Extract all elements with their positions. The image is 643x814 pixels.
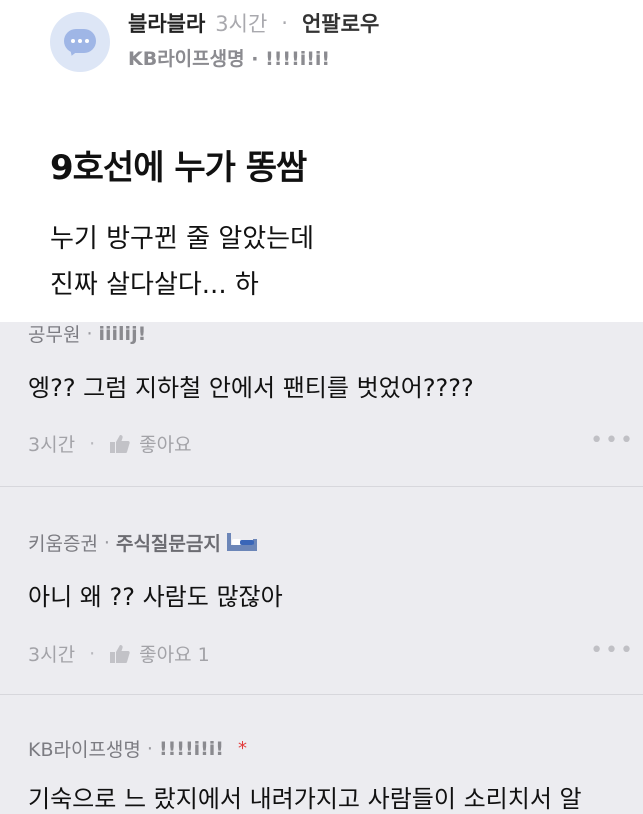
thumbs-up-icon — [110, 644, 130, 663]
post-time: 3시간 — [215, 12, 268, 36]
comment-time: 3시간 — [28, 434, 76, 456]
more-dots-icon[interactable]: ••• — [590, 638, 635, 663]
comment-item: 공무원 · iiilij! 엥?? 그럼 지하철 안에서 팬티를 벗었어????… — [0, 322, 643, 486]
more-dots-icon[interactable]: ••• — [590, 428, 635, 453]
comment-actions: 3시간 · 좋아요 — [28, 430, 192, 457]
post-body: 누기 방구뀐 줄 알았는데 진짜 살다살다... 하 — [50, 216, 314, 308]
comment-meta: 공무원 · iiilij! — [28, 320, 146, 347]
author-avatar[interactable] — [50, 12, 110, 72]
unfollow-button[interactable]: 언팔로우 — [302, 8, 379, 38]
post-card: 블라블라 3시간 · 언팔로우 KB라이프생명 · !!!!i!i! 9호선에 … — [0, 0, 643, 322]
comment-company: 공무원 — [28, 324, 81, 346]
comment-time: 3시간 — [28, 644, 76, 666]
comment-item: KB라이프생명 · !!!!i!i! * 기숙으로 느 랐지에서 내려가지고 사… — [0, 695, 643, 814]
comment-badge: 주식질문금지 — [115, 533, 221, 555]
separator: · — [281, 11, 288, 35]
author-company-line: KB라이프생명 · !!!!i!i! — [128, 44, 330, 71]
comment-badge: iiilij! — [98, 322, 147, 345]
bed-icon — [226, 532, 257, 553]
author-badge: !!!!i!i! — [265, 48, 331, 70]
author-mark: * — [237, 738, 247, 759]
comment-company: 키움증권 — [28, 533, 98, 555]
comment-text: 기숙으로 느 랐지에서 내려가지고 사람들이 소리치서 알 — [28, 785, 582, 813]
author-company: KB라이프생명 — [128, 48, 245, 70]
like-label: 좋아요 1 — [139, 644, 210, 666]
separator: · — [103, 531, 110, 554]
separator: · — [146, 737, 153, 760]
thumbs-up-icon — [110, 434, 130, 453]
comment-actions: 3시간 · 좋아요 1 — [28, 640, 210, 667]
comment-text: 아니 왜 ?? 사람도 많잖아 — [28, 583, 283, 611]
like-button[interactable]: 좋아요 — [109, 430, 192, 457]
comment-badge: !!!!i!i! — [158, 737, 224, 760]
comment-company: KB라이프생명 — [28, 739, 141, 761]
author-name[interactable]: 블라블라 — [128, 8, 205, 38]
post-body-line: 진짜 살다살다... 하 — [50, 270, 259, 300]
separator: · — [86, 322, 93, 345]
comment-item: 키움증권 · 주식질문금지 아니 왜 ?? 사람도 많잖아 3시간 · 좋아요 … — [0, 487, 643, 694]
comment-text: 엥?? 그럼 지하철 안에서 팬티를 벗었어???? — [28, 374, 474, 402]
post-body-line: 누기 방구뀐 줄 알았는데 — [50, 224, 314, 254]
comment-meta: 키움증권 · 주식질문금지 — [28, 529, 257, 556]
like-button[interactable]: 좋아요 1 — [109, 640, 210, 667]
post-title: 9호선에 누가 똥쌈 — [50, 148, 307, 188]
author-line: 블라블라 3시간 · 언팔로우 — [128, 9, 379, 37]
comment-meta: KB라이프생명 · !!!!i!i! * — [28, 735, 247, 762]
like-label: 좋아요 — [139, 434, 192, 456]
separator: · — [251, 48, 259, 70]
